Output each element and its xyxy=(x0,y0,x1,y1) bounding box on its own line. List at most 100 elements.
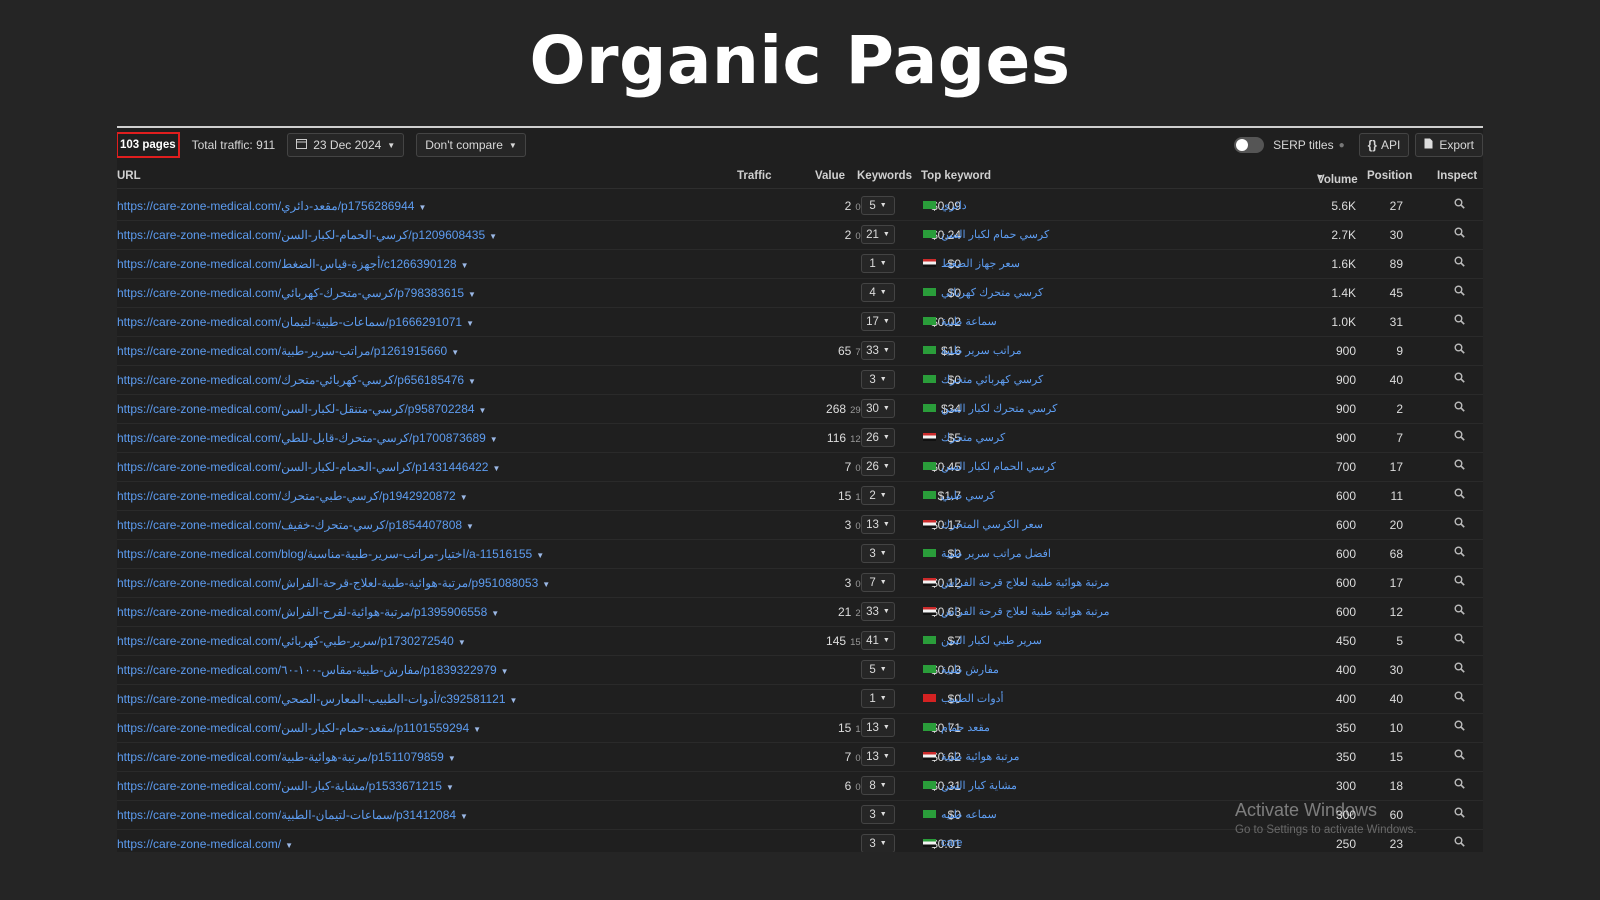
page-url-link[interactable]: https://care-zone-medical.com/كرسي-متحرك… xyxy=(117,518,474,532)
page-url-link[interactable]: https://care-zone-medical.com/مشاية-كبار… xyxy=(117,779,454,793)
col-url[interactable]: URL xyxy=(117,170,141,182)
chevron-down-icon[interactable]: ▼ xyxy=(460,493,468,502)
inspect-search-icon[interactable] xyxy=(1454,662,1465,676)
page-url-link[interactable]: https://care-zone-medical.com/أدوات-الطب… xyxy=(117,692,517,706)
page-url-link[interactable]: https://care-zone-medical.com/مراتب-سرير… xyxy=(117,344,459,358)
top-keyword-link[interactable]: مرتبة هوائية طبية لعلاج قرحة الفراش xyxy=(941,576,1110,589)
inspect-search-icon[interactable] xyxy=(1454,778,1465,792)
page-url-link[interactable]: https://care-zone-medical.com/سرير-طبي-ك… xyxy=(117,634,466,648)
help-icon[interactable]: ● xyxy=(1339,140,1345,151)
date-picker-button[interactable]: 23 Dec 2024 ▼ xyxy=(287,133,405,157)
keywords-dropdown[interactable]: 21 ▼ xyxy=(861,225,895,244)
inspect-search-icon[interactable] xyxy=(1454,691,1465,705)
top-keyword-link[interactable]: سعر الكرسي المتحرك xyxy=(941,518,1043,531)
page-url-link[interactable]: https://care-zone-medical.com/مرتبة-هوائ… xyxy=(117,750,456,764)
inspect-search-icon[interactable] xyxy=(1454,807,1465,821)
inspect-search-icon[interactable] xyxy=(1454,604,1465,618)
page-url-link[interactable]: https://care-zone-medical.com/كرسي-متحرك… xyxy=(117,431,498,445)
page-url-link[interactable]: https://care-zone-medical.com/مقعد-دائري… xyxy=(117,199,426,213)
page-url-link[interactable]: https://care-zone-medical.com/كرسي-متنقل… xyxy=(117,402,486,416)
keywords-dropdown[interactable]: 7 ▼ xyxy=(861,573,895,592)
inspect-search-icon[interactable] xyxy=(1454,459,1465,473)
compare-dropdown[interactable]: Don't compare ▼ xyxy=(416,133,526,157)
keywords-dropdown[interactable]: 8 ▼ xyxy=(861,776,895,795)
col-top-keyword[interactable]: Top keyword xyxy=(921,170,991,182)
top-keyword-link[interactable]: مراتب سرير طبية xyxy=(941,344,1022,357)
keywords-dropdown[interactable]: 13 ▼ xyxy=(861,747,895,766)
inspect-search-icon[interactable] xyxy=(1454,285,1465,299)
top-keyword-link[interactable]: أدوات الطبيب xyxy=(941,692,1004,705)
chevron-down-icon[interactable]: ▼ xyxy=(510,696,518,705)
chevron-down-icon[interactable]: ▼ xyxy=(466,522,474,531)
chevron-down-icon[interactable]: ▼ xyxy=(451,348,459,357)
keywords-dropdown[interactable]: 3 ▼ xyxy=(861,834,895,852)
keywords-dropdown[interactable]: 5 ▼ xyxy=(861,196,895,215)
inspect-search-icon[interactable] xyxy=(1454,372,1465,386)
col-position[interactable]: Position xyxy=(1367,170,1412,182)
inspect-search-icon[interactable] xyxy=(1454,633,1465,647)
serp-titles-toggle[interactable] xyxy=(1234,137,1265,153)
chevron-down-icon[interactable]: ▼ xyxy=(468,377,476,386)
page-url-link[interactable]: https://care-zone-medical.com/blog/اختيا… xyxy=(117,547,544,561)
page-url-link[interactable]: https://care-zone-medical.com/مقعد-حمام-… xyxy=(117,721,481,735)
inspect-search-icon[interactable] xyxy=(1454,836,1465,850)
page-url-link[interactable]: https://care-zone-medical.com/كرسي-الحما… xyxy=(117,228,497,242)
top-keyword-link[interactable]: كرسي كهربائي متحرك xyxy=(941,373,1043,386)
chevron-down-icon[interactable]: ▼ xyxy=(460,812,468,821)
chevron-down-icon[interactable]: ▼ xyxy=(491,609,499,618)
chevron-down-icon[interactable]: ▼ xyxy=(492,464,500,473)
keywords-dropdown[interactable]: 3 ▼ xyxy=(861,370,895,389)
top-keyword-link[interactable]: مشاية كبار السن xyxy=(941,779,1017,792)
keywords-dropdown[interactable]: 1 ▼ xyxy=(861,689,895,708)
inspect-search-icon[interactable] xyxy=(1454,401,1465,415)
top-keyword-link[interactable]: كرسي متحرك كهربائي xyxy=(941,286,1043,299)
keywords-dropdown[interactable]: 33 ▼ xyxy=(861,341,895,360)
export-button[interactable]: Export xyxy=(1415,133,1483,157)
inspect-search-icon[interactable] xyxy=(1454,256,1465,270)
page-url-link[interactable]: https://care-zone-medical.com/سماعات-طبي… xyxy=(117,315,474,329)
top-keyword-link[interactable]: دائري xyxy=(941,199,967,212)
page-url-link[interactable]: https://care-zone-medical.com/▼ xyxy=(117,837,293,851)
keywords-dropdown[interactable]: 4 ▼ xyxy=(861,283,895,302)
col-traffic[interactable]: Traffic xyxy=(737,170,772,182)
top-keyword-link[interactable]: مرتبة هوائية طبية xyxy=(941,750,1019,763)
inspect-search-icon[interactable] xyxy=(1454,198,1465,212)
keywords-dropdown[interactable]: 2 ▼ xyxy=(861,486,895,505)
inspect-search-icon[interactable] xyxy=(1454,749,1465,763)
keywords-dropdown[interactable]: 30 ▼ xyxy=(861,399,895,418)
keywords-dropdown[interactable]: 13 ▼ xyxy=(861,718,895,737)
chevron-down-icon[interactable]: ▼ xyxy=(490,435,498,444)
keywords-dropdown[interactable]: 3 ▼ xyxy=(861,544,895,563)
keywords-dropdown[interactable]: 26 ▼ xyxy=(861,457,895,476)
top-keyword-link[interactable]: سعر جهاز الضغط xyxy=(941,257,1020,270)
top-keyword-link[interactable]: سماعة طبية xyxy=(941,315,997,328)
page-url-link[interactable]: https://care-zone-medical.com/كرسي-كهربا… xyxy=(117,373,476,387)
inspect-search-icon[interactable] xyxy=(1454,430,1465,444)
inspect-search-icon[interactable] xyxy=(1454,517,1465,531)
inspect-search-icon[interactable] xyxy=(1454,720,1465,734)
top-keyword-link[interactable]: كرسي متحرك xyxy=(941,431,1005,444)
chevron-down-icon[interactable]: ▼ xyxy=(458,638,466,647)
inspect-search-icon[interactable] xyxy=(1454,488,1465,502)
inspect-search-icon[interactable] xyxy=(1454,546,1465,560)
chevron-down-icon[interactable]: ▼ xyxy=(466,319,474,328)
chevron-down-icon[interactable]: ▼ xyxy=(489,232,497,241)
keywords-dropdown[interactable]: 17 ▼ xyxy=(861,312,895,331)
inspect-search-icon[interactable] xyxy=(1454,227,1465,241)
top-keyword-link[interactable]: مرتبة هوائية طبية لعلاج قرحة الفراش xyxy=(941,605,1110,618)
top-keyword-link[interactable]: مفارش طبية xyxy=(941,663,999,676)
keywords-dropdown[interactable]: 3 ▼ xyxy=(861,805,895,824)
page-url-link[interactable]: https://care-zone-medical.com/مرتبة-هوائ… xyxy=(117,576,550,590)
page-url-link[interactable]: https://care-zone-medical.com/كراسي-الحم… xyxy=(117,460,500,474)
chevron-down-icon[interactable]: ▼ xyxy=(479,406,487,415)
page-url-link[interactable]: https://care-zone-medical.com/سماعات-لتي… xyxy=(117,808,468,822)
chevron-down-icon[interactable]: ▼ xyxy=(418,203,426,212)
top-keyword-link[interactable]: كرسي الحمام لكبار السن xyxy=(941,460,1056,473)
api-button[interactable]: {} API xyxy=(1358,133,1410,157)
top-keyword-link[interactable]: سماعه طبيه xyxy=(941,808,997,821)
chevron-down-icon[interactable]: ▼ xyxy=(473,725,481,734)
inspect-search-icon[interactable] xyxy=(1454,314,1465,328)
keywords-dropdown[interactable]: 33 ▼ xyxy=(861,602,895,621)
chevron-down-icon[interactable]: ▼ xyxy=(536,551,544,560)
keywords-dropdown[interactable]: 13 ▼ xyxy=(861,515,895,534)
